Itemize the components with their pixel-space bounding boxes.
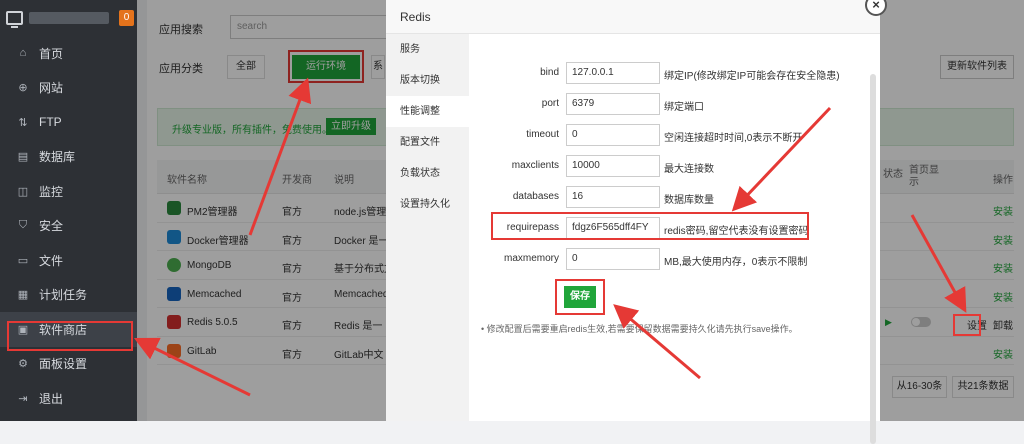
nav-config-file[interactable]: 配置文件 xyxy=(386,127,469,158)
bind-hint: 绑定IP(修改绑定IP可能会存在安全隐患) xyxy=(664,71,840,82)
annotation-box-requirepass xyxy=(491,212,809,240)
modal-nav: 服务 版本切换 性能调整 配置文件 负载状态 设置持久化 xyxy=(386,34,469,421)
sidebar-item-security[interactable]: ⛉ 安全 xyxy=(0,209,137,244)
sidebar-item-label: 监控 xyxy=(39,184,64,199)
maxclients-input[interactable]: 10000 xyxy=(566,155,660,177)
nav-performance-tuning[interactable]: 性能调整 xyxy=(386,96,469,127)
shield-icon: ⛉ xyxy=(18,219,28,232)
port-input[interactable]: 6379 xyxy=(566,93,660,115)
timeout-hint: 空闲连接超时时间,0表示不断开 xyxy=(664,133,803,144)
sidebar-item-label: 首页 xyxy=(39,46,64,61)
transfer-icon: ⇅ xyxy=(18,116,28,129)
bind-label: bind xyxy=(540,67,559,78)
port-hint: 绑定端口 xyxy=(664,102,704,113)
sidebar-item-home[interactable]: ⌂ 首页 xyxy=(0,36,137,71)
notification-badge[interactable]: 0 xyxy=(119,10,134,26)
databases-label: databases xyxy=(512,191,559,202)
sidebar-item-label: FTP xyxy=(39,115,62,130)
timeout-input[interactable]: 0 xyxy=(566,124,660,146)
sidebar-item-label: 退出 xyxy=(39,391,64,406)
modal-title: Redis xyxy=(386,0,880,34)
sidebar-header: 0 xyxy=(0,0,137,36)
monitor-icon xyxy=(6,11,23,28)
bind-input[interactable]: 127.0.0.1 xyxy=(566,62,660,84)
modal-scrollbar[interactable] xyxy=(870,74,876,444)
performance-form: bind 127.0.0.1 绑定IP(修改绑定IP可能会存在安全隐患) por… xyxy=(469,34,880,444)
sidebar-item-files[interactable]: ▭ 文件 xyxy=(0,243,137,278)
nav-version-switch[interactable]: 版本切换 xyxy=(386,65,469,96)
port-label: port xyxy=(541,98,559,109)
annotation-box-settings xyxy=(953,314,981,336)
sidebar-item-label: 数据库 xyxy=(39,150,76,165)
maxmemory-label: maxmemory xyxy=(503,253,559,264)
database-icon: ▤ xyxy=(17,151,29,164)
maxmemory-hint: MB,最大使用内存，0表示不限制 xyxy=(664,257,808,268)
sidebar-item-cron[interactable]: ▦ 计划任务 xyxy=(0,278,137,313)
sidebar-item-label: 网站 xyxy=(39,81,64,96)
nav-load-status[interactable]: 负载状态 xyxy=(386,158,469,189)
sidebar-item-label: 安全 xyxy=(39,219,64,234)
sidebar: 0 ⌂ 首页 ⊕ 网站 ⇅ FTP ▤ 数据库 ◫ 监控 ⛉ 安全 ▭ 文件 ▦ 计划任务 ▣ 软… xyxy=(0,0,137,421)
sidebar-item-website[interactable]: ⊕ 网站 xyxy=(0,71,137,106)
modal-note: • 修改配置后需要重启redis生效,若需要保留数据需要持久化请先执行save操… xyxy=(481,324,798,334)
folder-icon: ▭ xyxy=(17,254,29,267)
home-icon: ⌂ xyxy=(19,47,27,60)
databases-input[interactable]: 16 xyxy=(566,186,660,208)
annotation-box-store xyxy=(7,321,133,351)
gear-icon: ⚙ xyxy=(18,358,28,371)
redis-settings-modal: Redis 服务 版本切换 性能调整 配置文件 负载状态 设置持久化 bind … xyxy=(386,0,880,444)
sidebar-item-monitor[interactable]: ◫ 监控 xyxy=(0,174,137,209)
maxmemory-input[interactable]: 0 xyxy=(566,248,660,270)
calendar-icon: ▦ xyxy=(17,289,29,302)
chart-icon: ◫ xyxy=(17,185,29,198)
maxclients-label: maxclients xyxy=(511,160,559,171)
sidebar-item-label: 计划任务 xyxy=(39,288,88,303)
sidebar-item-database[interactable]: ▤ 数据库 xyxy=(0,140,137,175)
sidebar-item-label: 面板设置 xyxy=(39,357,88,372)
maxclients-hint: 最大连接数 xyxy=(664,164,714,175)
logout-icon: ⇥ xyxy=(18,392,28,405)
nav-service[interactable]: 服务 xyxy=(386,34,469,65)
globe-icon: ⊕ xyxy=(18,82,28,95)
sidebar-item-panel-settings[interactable]: ⚙ 面板设置 xyxy=(0,347,137,382)
sidebar-item-label: 文件 xyxy=(39,253,64,268)
sidebar-item-ftp[interactable]: ⇅ FTP xyxy=(0,105,137,140)
save-button[interactable]: 保存 xyxy=(564,286,596,308)
timeout-label: timeout xyxy=(526,129,559,140)
databases-hint: 数据库数量 xyxy=(664,195,714,206)
server-ip-redacted xyxy=(29,12,109,24)
sidebar-item-logout[interactable]: ⇥ 退出 xyxy=(0,381,137,416)
nav-persistence[interactable]: 设置持久化 xyxy=(386,189,469,220)
